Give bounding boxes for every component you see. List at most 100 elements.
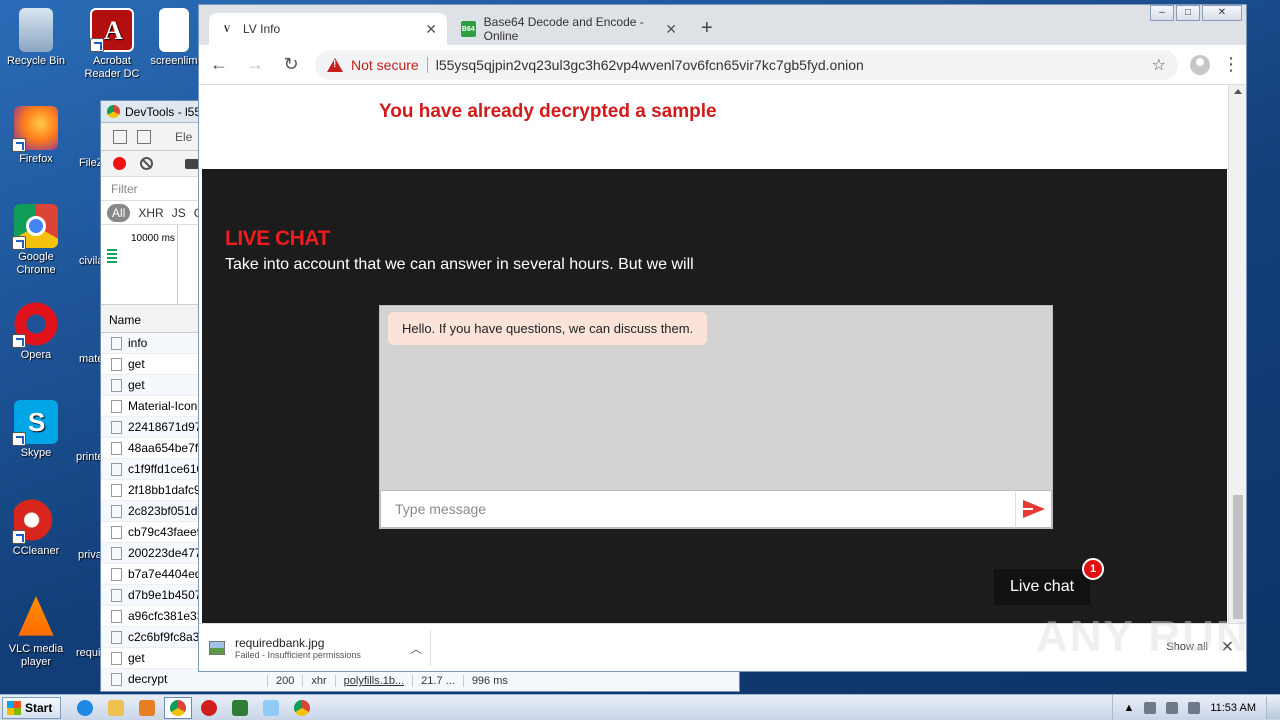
request-name: get	[128, 378, 145, 392]
file-icon	[159, 8, 189, 52]
address-bar[interactable]: Not secure l55ysq5qjpin2vq23ul3gc3h62vp4…	[315, 49, 1178, 80]
file-icon	[111, 567, 122, 581]
not-secure-label[interactable]: Not secure	[351, 57, 419, 73]
taskbar-terminal[interactable]	[226, 697, 254, 719]
taskbar-opera[interactable]	[195, 697, 223, 719]
request-name: 200223de477	[128, 546, 202, 560]
filter-all[interactable]: All	[107, 203, 131, 222]
forward-icon[interactable]: →	[243, 54, 267, 75]
tray-expand-icon[interactable]: ▲	[1123, 702, 1134, 714]
filter-xhr[interactable]: XHR	[138, 206, 163, 220]
bookmark-star-icon[interactable]: ☆	[1152, 55, 1166, 75]
page-scrollbar[interactable]	[1228, 85, 1246, 623]
browser-toolbar: ← → ↻ Not secure l55ysq5qjpin2vq23ul3gc3…	[199, 45, 1246, 85]
desktop-icon-requi-label[interactable]: requi	[76, 647, 100, 659]
file-icon	[111, 420, 122, 434]
device-toggle-icon[interactable]	[137, 129, 151, 144]
ie-icon	[77, 699, 94, 716]
request-name: c2c6bf9fc8a3	[128, 630, 200, 644]
anyrun-watermark: ANY RUN	[1036, 612, 1250, 661]
scroll-thumb[interactable]	[1233, 495, 1243, 619]
terminal-icon	[232, 699, 249, 716]
file-icon	[111, 525, 122, 539]
desktop-icon-skype[interactable]: Skype	[0, 400, 72, 460]
taskbar-chrome-2[interactable]	[288, 697, 316, 719]
record-icon[interactable]	[113, 157, 126, 170]
taskbar-chrome[interactable]	[164, 696, 193, 719]
desktop-icon-chrome[interactable]: Google Chrome	[0, 204, 72, 277]
devtools-title: DevTools - l55y	[125, 104, 208, 119]
volume-icon[interactable]	[1144, 701, 1157, 714]
request-name: 2c823bf051d	[128, 504, 198, 518]
desktop-icon-acrobat[interactable]: Acrobat Reader DC	[76, 8, 148, 81]
desktop-icon-opera[interactable]: Opera	[0, 302, 72, 362]
chevron-up-icon[interactable]: ︿	[410, 640, 422, 657]
start-button[interactable]: Start	[2, 696, 62, 719]
chrome-icon	[107, 105, 120, 118]
tab-title: Base64 Decode and Encode - Online	[483, 15, 644, 43]
close-tab-icon[interactable]: ✕	[425, 21, 437, 38]
taskbar-notepad[interactable]	[257, 697, 285, 719]
elements-tab[interactable]: Ele	[175, 130, 192, 144]
tab-base64[interactable]: B64 Base64 Decode and Encode - Online ✕	[451, 13, 687, 45]
taskbar: Start ▲ 11:53 AM	[0, 694, 1280, 720]
profile-avatar-icon[interactable]	[1190, 54, 1210, 75]
url-text[interactable]: l55ysq5qjpin2vq23ul3gc3h62vp4wvenl7ov6fc…	[436, 57, 864, 73]
opera-icon	[12, 302, 58, 348]
camera-icon[interactable]	[185, 158, 199, 169]
chat-message: Hello. If you have questions, we can dis…	[388, 312, 708, 345]
desktop-icon-ccleaner[interactable]: CCleaner	[0, 498, 72, 558]
file-icon	[111, 672, 122, 686]
last-request-details: 200 xhr polyfills.1b... 21.7 ... 996 ms	[267, 675, 516, 687]
inspect-icon[interactable]	[113, 129, 127, 144]
file-icon	[111, 378, 122, 392]
chrome-icon	[294, 699, 311, 716]
new-tab-icon[interactable]: +	[701, 17, 713, 40]
flag-icon[interactable]	[1188, 701, 1201, 714]
unread-badge: 1	[1082, 558, 1104, 580]
clear-icon[interactable]	[140, 157, 153, 170]
back-icon[interactable]: ←	[207, 54, 231, 75]
ccleaner-icon	[12, 498, 58, 544]
firefox-icon	[12, 106, 58, 152]
file-icon	[111, 336, 122, 350]
overview-tick: 10000 ms	[131, 233, 175, 244]
taskbar-ie[interactable]	[71, 697, 99, 719]
request-name: 2f18bb1dafc9	[128, 483, 201, 497]
reload-icon[interactable]: ↻	[279, 54, 303, 75]
request-name: b7a7e4404ed	[128, 567, 202, 581]
tab-lv-info[interactable]: V LV Info ✕	[209, 13, 447, 45]
clock[interactable]: 11:53 AM	[1210, 702, 1256, 714]
live-chat-button[interactable]: Live chat	[994, 569, 1091, 605]
show-desktop-button[interactable]	[1266, 696, 1280, 719]
network-icon[interactable]	[1166, 701, 1179, 714]
taskbar-media[interactable]	[133, 697, 161, 719]
taskbar-explorer[interactable]	[102, 697, 130, 719]
message-input[interactable]	[380, 490, 1016, 528]
chrome-icon	[12, 204, 58, 250]
scroll-up-icon[interactable]	[1234, 89, 1242, 94]
warning-icon	[327, 57, 343, 72]
windows-logo-icon	[7, 700, 21, 715]
request-name: Material-Icon	[128, 399, 198, 413]
download-item[interactable]: requiredbank.jpg Failed - Insufficient p…	[209, 630, 431, 666]
filter-js[interactable]: JS	[172, 206, 186, 220]
acrobat-icon	[90, 8, 134, 52]
live-chat-subtitle: Take into account that we can answer in …	[225, 256, 694, 273]
request-name: 22418671d97	[128, 420, 202, 434]
file-icon	[111, 441, 122, 455]
desktop-icon-vlc[interactable]: VLC media player	[0, 596, 72, 669]
desktop-icon-priva-label[interactable]: priva	[78, 549, 102, 561]
desktop-icon-screenlim[interactable]: screenlim	[144, 8, 204, 68]
desktop-icon-recycle-bin[interactable]: Recycle Bin	[0, 8, 72, 68]
close-tab-icon[interactable]: ✕	[665, 21, 677, 38]
desktop-icon-firefox[interactable]: Firefox	[0, 106, 72, 166]
notepad-icon	[263, 699, 280, 716]
skype-icon	[12, 400, 58, 446]
menu-dots-icon[interactable]: ⋮	[1222, 54, 1240, 75]
browser-window: – □ ✕ V LV Info ✕ B64 Base64 Decode and …	[198, 4, 1247, 672]
request-name: 48aa654be7f8	[128, 441, 205, 455]
send-icon	[1022, 500, 1045, 518]
send-button[interactable]	[1015, 490, 1052, 528]
chat-box: Hello. If you have questions, we can dis…	[379, 305, 1053, 529]
